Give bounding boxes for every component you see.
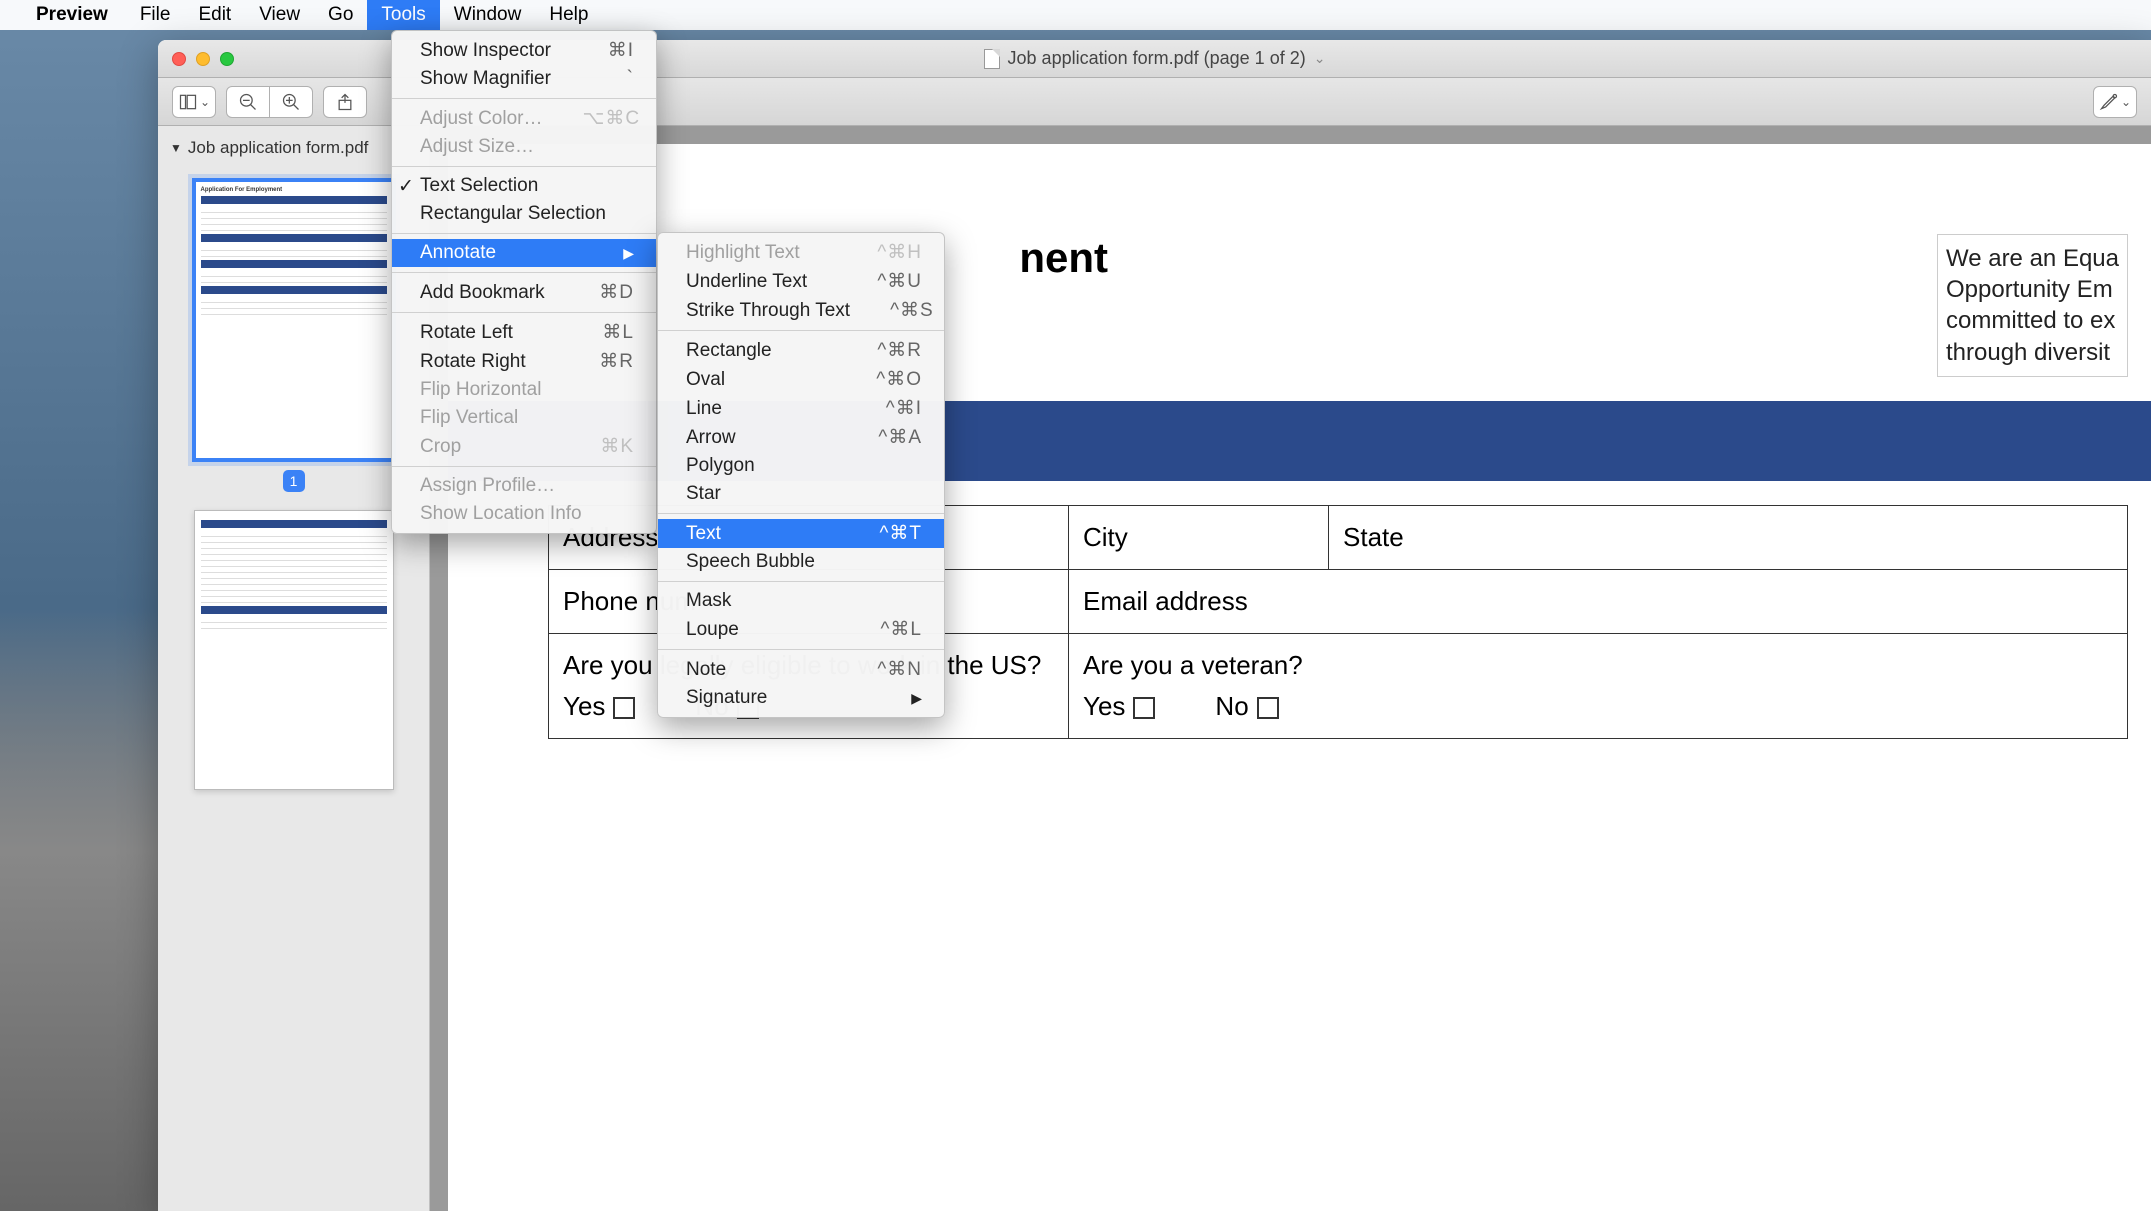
doc-tagline: We are an Equa Opportunity Em committed … bbox=[1937, 234, 2128, 377]
tools-item-show-inspector[interactable]: Show Inspector⌘I bbox=[392, 36, 656, 65]
field-email-label: Email address bbox=[1069, 569, 2128, 633]
document-icon bbox=[984, 49, 1000, 69]
menu-help[interactable]: Help bbox=[535, 0, 602, 30]
annotate-item-speech-bubble[interactable]: Speech Bubble bbox=[658, 548, 944, 576]
tools-dropdown: Show Inspector⌘IShow Magnifier` Adjust Co… bbox=[391, 30, 657, 534]
disclosure-triangle-icon[interactable]: ▼ bbox=[170, 141, 182, 155]
annotate-item-signature[interactable]: Signature▶ bbox=[658, 684, 944, 712]
sidebar-header[interactable]: ▼ Job application form.pdf bbox=[158, 134, 429, 162]
annotate-item-underline-text[interactable]: Underline Text^⌘U bbox=[658, 267, 944, 296]
thumbnail-sidebar: ▼ Job application form.pdf Application F… bbox=[158, 126, 430, 1211]
field-veteran: Are you a veteran? Yes No bbox=[1069, 633, 2128, 738]
checkbox-eligible-yes[interactable] bbox=[613, 697, 635, 719]
annotate-item-mask[interactable]: Mask bbox=[658, 587, 944, 615]
annotate-submenu: Highlight Text^⌘HUnderline Text^⌘UStrike… bbox=[657, 232, 945, 718]
app-name[interactable]: Preview bbox=[36, 4, 108, 26]
annotate-item-polygon[interactable]: Polygon bbox=[658, 452, 944, 480]
tools-item-text-selection[interactable]: ✓Text Selection bbox=[392, 172, 656, 200]
page-thumbnail-2[interactable] bbox=[194, 510, 394, 790]
zoom-in-button[interactable] bbox=[269, 86, 313, 118]
annotate-item-highlight-text: Highlight Text^⌘H bbox=[658, 238, 944, 267]
annotate-item-strike-through-text[interactable]: Strike Through Text^⌘S bbox=[658, 296, 944, 325]
menu-edit[interactable]: Edit bbox=[184, 0, 245, 30]
tools-item-rectangular-selection[interactable]: Rectangular Selection bbox=[392, 200, 656, 228]
fullscreen-window-button[interactable] bbox=[220, 52, 234, 66]
annotate-item-loupe[interactable]: Loupe^⌘L bbox=[658, 615, 944, 644]
annotate-item-rectangle[interactable]: Rectangle^⌘R bbox=[658, 336, 944, 365]
tools-item-rotate-left[interactable]: Rotate Left⌘L bbox=[392, 318, 656, 347]
menu-window[interactable]: Window bbox=[440, 0, 536, 30]
menu-file[interactable]: File bbox=[126, 0, 185, 30]
menu-go[interactable]: Go bbox=[314, 0, 367, 30]
tools-item-add-bookmark[interactable]: Add Bookmark⌘D bbox=[392, 278, 656, 307]
menu-view[interactable]: View bbox=[245, 0, 314, 30]
markup-button[interactable]: ⌄ bbox=[2093, 86, 2137, 118]
window-title[interactable]: Job application form.pdf (page 1 of 2) bbox=[1008, 48, 1306, 69]
zoom-group bbox=[226, 86, 313, 118]
share-button[interactable] bbox=[323, 86, 367, 118]
sidebar-filename: Job application form.pdf bbox=[188, 138, 369, 158]
annotate-item-text[interactable]: Text^⌘T bbox=[658, 519, 944, 548]
zoom-out-button[interactable] bbox=[226, 86, 270, 118]
title-dropdown-icon[interactable]: ⌄ bbox=[1314, 50, 1326, 67]
minimize-window-button[interactable] bbox=[196, 52, 210, 66]
annotate-item-note[interactable]: Note^⌘N bbox=[658, 655, 944, 684]
tools-item-adjust-color-: Adjust Color…⌥⌘C bbox=[392, 104, 656, 133]
field-state-label: State bbox=[1329, 505, 2128, 569]
menubar: Preview File Edit View Go Tools Window H… bbox=[0, 0, 2151, 30]
checkbox-veteran-yes[interactable] bbox=[1133, 697, 1155, 719]
view-mode-button[interactable]: ⌄ bbox=[172, 86, 216, 118]
tools-item-crop: Crop⌘K bbox=[392, 432, 656, 461]
menu-tools[interactable]: Tools bbox=[367, 0, 439, 30]
checkbox-veteran-no[interactable] bbox=[1257, 697, 1279, 719]
tools-item-flip-vertical: Flip Vertical bbox=[392, 404, 656, 432]
page-number-badge: 1 bbox=[283, 470, 305, 492]
page-thumbnail-1[interactable]: Application For Employment bbox=[194, 180, 394, 460]
tools-item-show-magnifier[interactable]: Show Magnifier` bbox=[392, 65, 656, 93]
annotate-item-star[interactable]: Star bbox=[658, 480, 944, 508]
annotate-item-oval[interactable]: Oval^⌘O bbox=[658, 365, 944, 394]
tools-item-show-location-info: Show Location Info bbox=[392, 500, 656, 528]
tools-item-adjust-size-: Adjust Size… bbox=[392, 133, 656, 161]
tools-item-assign-profile-: Assign Profile… bbox=[392, 472, 656, 500]
window-controls bbox=[172, 52, 234, 66]
tools-item-flip-horizontal: Flip Horizontal bbox=[392, 376, 656, 404]
tools-item-annotate[interactable]: Annotate▶ bbox=[392, 239, 656, 267]
tools-item-rotate-right[interactable]: Rotate Right⌘R bbox=[392, 347, 656, 376]
annotate-item-arrow[interactable]: Arrow^⌘A bbox=[658, 423, 944, 452]
close-window-button[interactable] bbox=[172, 52, 186, 66]
field-city-label: City bbox=[1069, 505, 1329, 569]
annotate-item-line[interactable]: Line^⌘I bbox=[658, 394, 944, 423]
